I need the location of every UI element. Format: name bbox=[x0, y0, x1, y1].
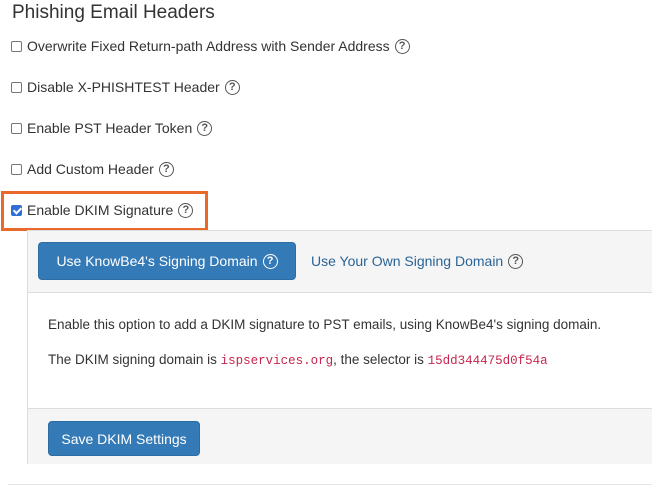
checkbox[interactable] bbox=[11, 40, 22, 52]
option-label: Add Custom Header bbox=[27, 161, 154, 177]
dkim-tabs-header: Use KnowBe4's Signing Domain ? Use Your … bbox=[28, 231, 652, 293]
option-label: Overwrite Fixed Return-path Address with… bbox=[27, 38, 390, 54]
selector-value: 15dd344475d0f54a bbox=[427, 354, 548, 368]
tab-own-signing-domain[interactable]: Use Your Own Signing Domain ? bbox=[311, 253, 524, 269]
selector-prefix: , the selector is bbox=[333, 352, 428, 367]
help-icon[interactable]: ? bbox=[394, 38, 410, 54]
option-enable-dkim-signature[interactable]: Enable DKIM Signature ? bbox=[11, 202, 194, 218]
tab-knowbe4-signing-domain[interactable]: Use KnowBe4's Signing Domain ? bbox=[38, 242, 296, 280]
checkbox[interactable] bbox=[11, 163, 22, 175]
option-add-custom-header[interactable]: Add Custom Header ? bbox=[11, 161, 174, 177]
section-title: Phishing Email Headers bbox=[12, 2, 215, 23]
option-overwrite-return-path[interactable]: Overwrite Fixed Return-path Address with… bbox=[11, 38, 410, 54]
help-icon[interactable]: ? bbox=[197, 120, 213, 136]
tab-label: Use Your Own Signing Domain bbox=[311, 253, 504, 269]
help-icon[interactable]: ? bbox=[224, 79, 240, 95]
save-dkim-settings-button[interactable]: Save DKIM Settings bbox=[48, 421, 200, 456]
tab-label: Use KnowBe4's Signing Domain bbox=[56, 253, 258, 269]
dkim-description: Enable this option to add a DKIM signatu… bbox=[48, 317, 602, 332]
help-icon[interactable]: ? bbox=[178, 202, 194, 218]
option-label: Enable DKIM Signature bbox=[27, 202, 174, 218]
checkbox[interactable] bbox=[11, 122, 22, 134]
help-icon[interactable]: ? bbox=[262, 253, 278, 269]
help-icon[interactable]: ? bbox=[508, 253, 524, 269]
dkim-settings-panel: Use KnowBe4's Signing Domain ? Use Your … bbox=[27, 230, 652, 464]
domain-prefix: The DKIM signing domain is bbox=[48, 352, 221, 367]
signing-domain-value: ispservices.org bbox=[220, 354, 334, 368]
checkbox[interactable] bbox=[11, 81, 22, 93]
option-enable-pst-header-token[interactable]: Enable PST Header Token ? bbox=[11, 120, 213, 136]
dkim-panel-footer: Save DKIM Settings bbox=[28, 408, 652, 464]
option-label: Disable X-PHISHTEST Header bbox=[27, 79, 220, 95]
divider bbox=[8, 484, 652, 485]
checkbox-checked[interactable] bbox=[11, 204, 22, 216]
option-label: Enable PST Header Token bbox=[27, 120, 193, 136]
help-icon[interactable]: ? bbox=[158, 161, 174, 177]
option-disable-phishtest-header[interactable]: Disable X-PHISHTEST Header ? bbox=[11, 79, 240, 95]
dkim-domain-line: The DKIM signing domain is ispservices.o… bbox=[48, 352, 548, 368]
